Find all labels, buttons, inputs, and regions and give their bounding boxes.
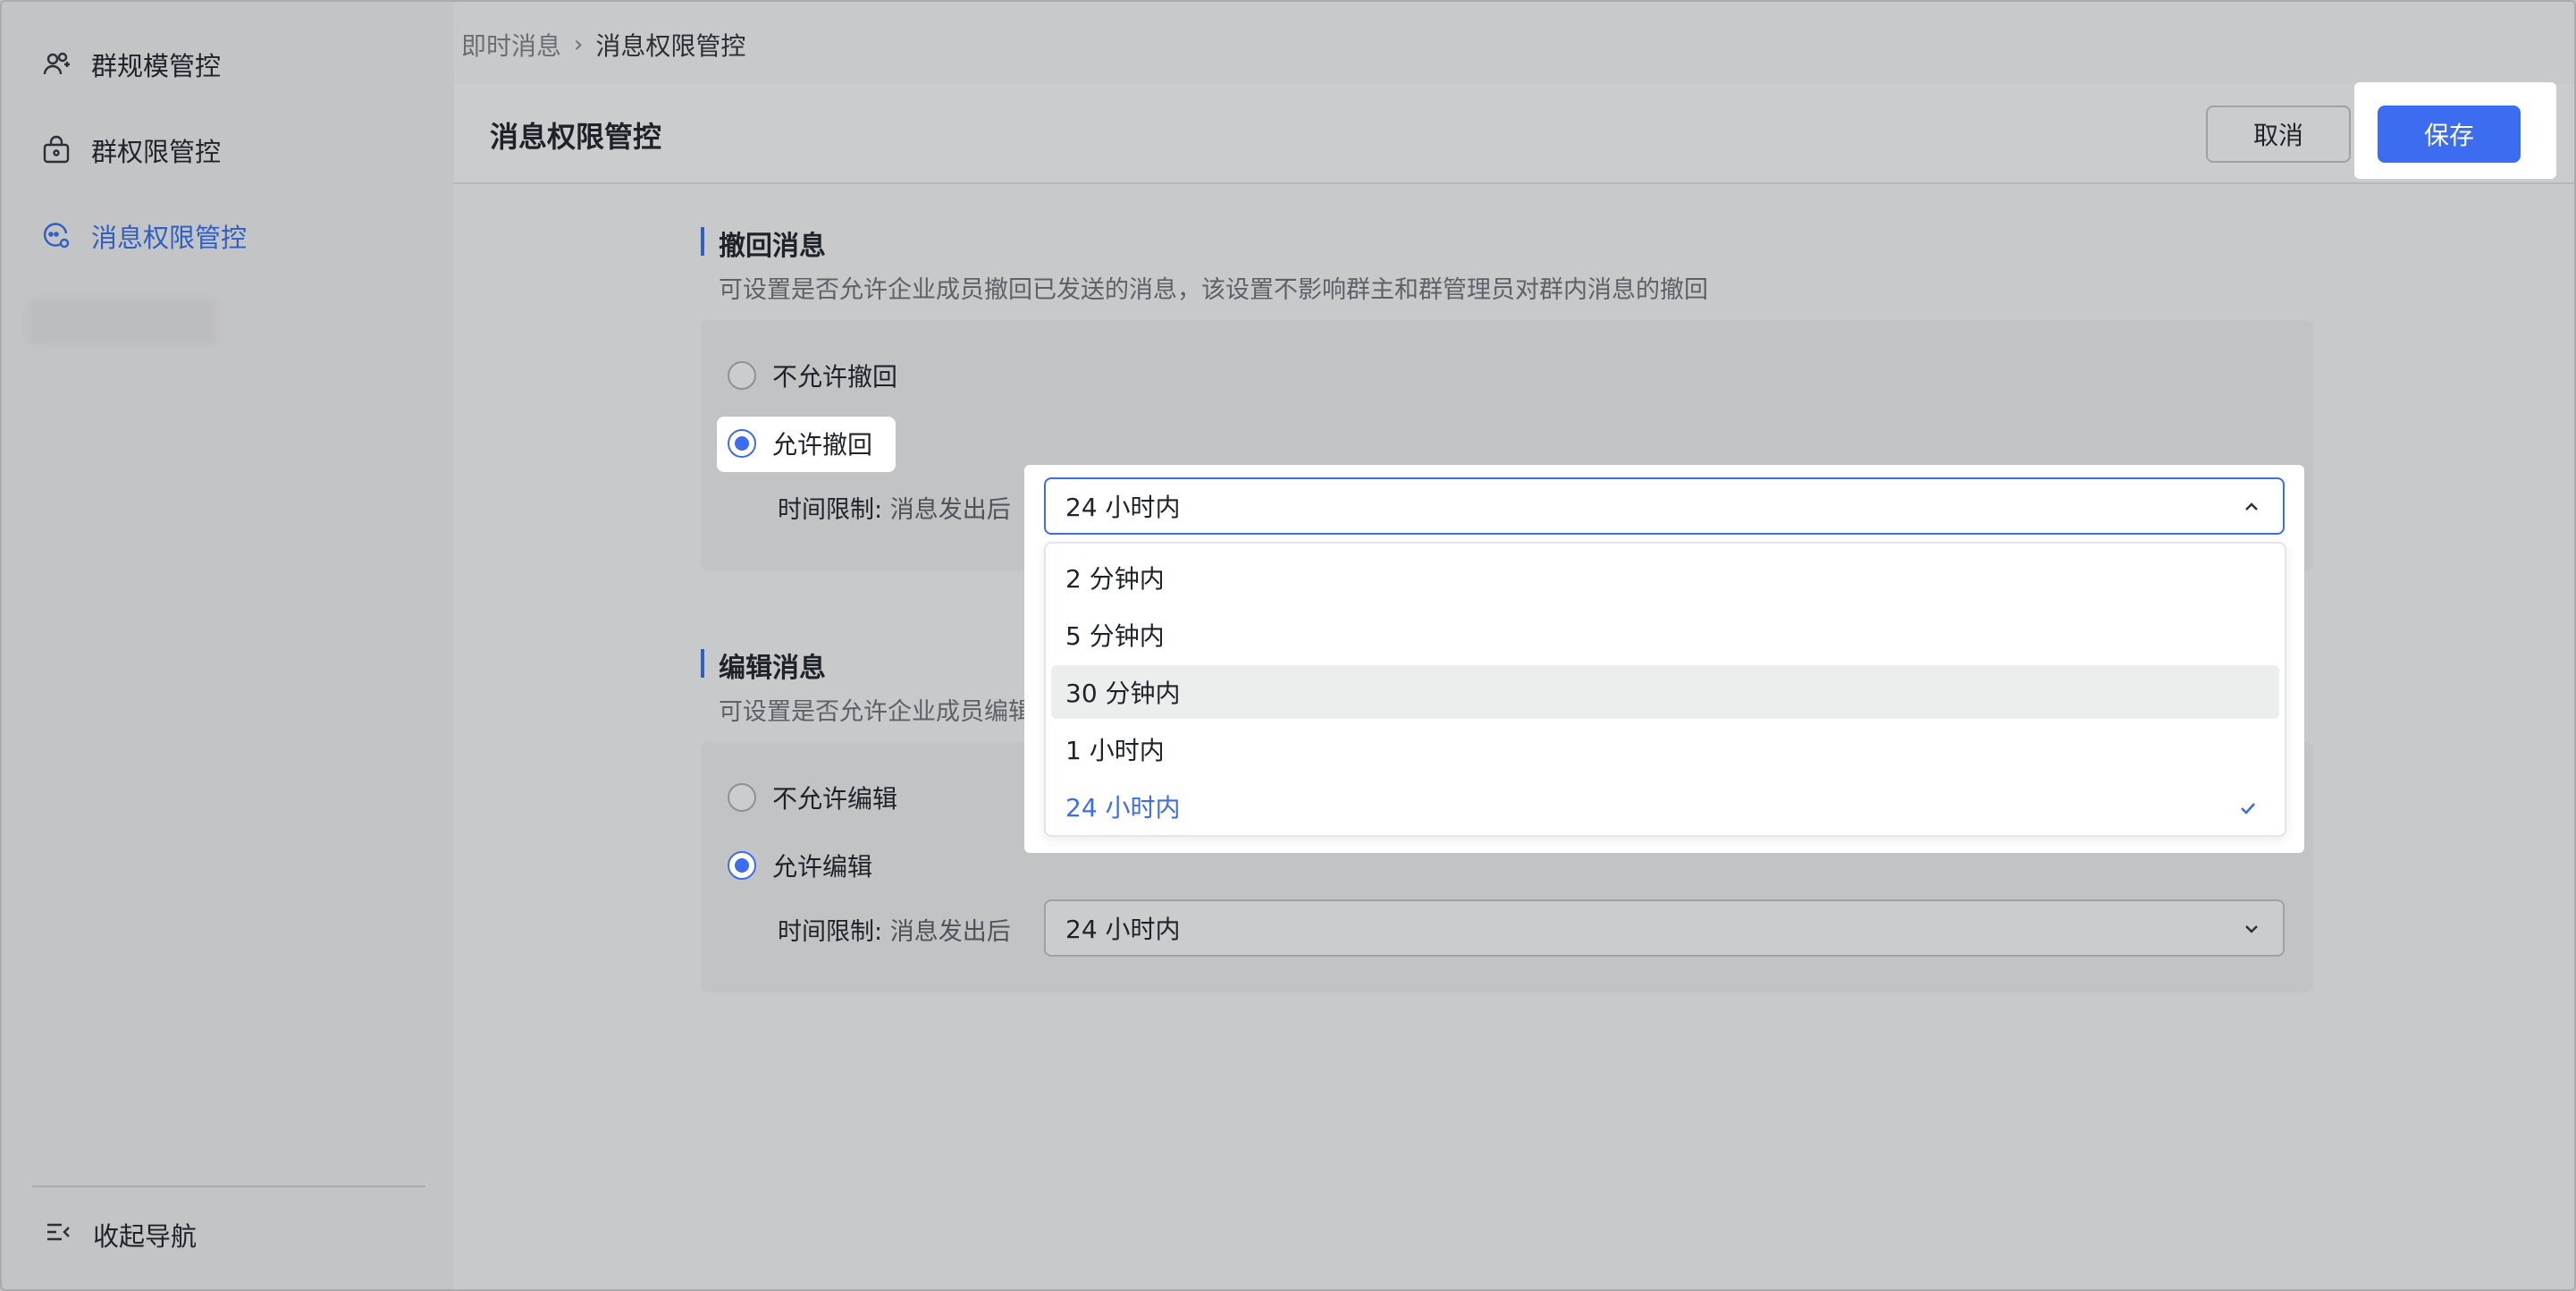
select-value: 24 小时内 xyxy=(1065,915,1181,944)
edit-option-allow[interactable]: 允许编辑 xyxy=(728,848,872,883)
sidebar-item-group-permission[interactable]: 群权限管控 xyxy=(41,125,221,175)
radio-label: 允许编辑 xyxy=(772,852,873,882)
recall-section-desc: 可设置是否允许企业成员撤回已发送的消息，该设置不影响群主和群管理员对群内消息的撤… xyxy=(719,276,1708,304)
sidebar-item-group-scale[interactable]: 群规模管控 xyxy=(41,39,221,89)
radio-button[interactable] xyxy=(728,851,756,880)
chevron-down-icon xyxy=(2240,917,2263,941)
radio-button[interactable] xyxy=(728,429,756,458)
breadcrumb: 即时消息 › 消息权限管控 xyxy=(461,27,745,63)
sidebar-item-blurred xyxy=(29,299,216,345)
collapse-nav-label: 收起导航 xyxy=(93,1221,198,1252)
radio-button[interactable] xyxy=(728,783,756,812)
time-limit-sub: 消息发出后 xyxy=(889,918,1011,946)
save-button[interactable]: 保存 xyxy=(2378,105,2521,163)
recall-option-deny[interactable]: 不允许撤回 xyxy=(728,358,897,393)
radio-button[interactable] xyxy=(728,361,756,390)
dropdown-option[interactable]: 1 小时内 xyxy=(1051,722,2279,776)
page-title: 消息权限管控 xyxy=(490,120,662,154)
chevron-right-icon: › xyxy=(574,31,584,58)
radio-label: 不允许撤回 xyxy=(772,362,898,392)
recall-time-limit-label: 时间限制: 消息发出后 xyxy=(778,490,1011,525)
edit-time-limit-label: 时间限制: 消息发出后 xyxy=(778,912,1011,947)
collapse-nav-button[interactable]: 收起导航 xyxy=(45,1216,197,1253)
sidebar-item-message-permission[interactable]: 消息权限管控 xyxy=(41,211,247,261)
cancel-button[interactable]: 取消 xyxy=(2206,105,2351,163)
radio-label: 不允许编辑 xyxy=(772,784,898,814)
dropdown-option[interactable]: 30 分钟内 xyxy=(1051,665,2279,719)
breadcrumb-parent[interactable]: 即时消息 xyxy=(461,27,561,63)
message-settings-icon xyxy=(41,221,72,251)
dropdown-menu: 2 分钟内 5 分钟内 30 分钟内 1 小时内 24 小时内 xyxy=(1044,542,2286,837)
app-window: 群规模管控 群权限管控 消息权限管控 收起导航 即时消息 › 消息权限管控 消息… xyxy=(0,0,2576,1291)
dropdown-option-label: 24 小时内 xyxy=(1065,793,1181,823)
recall-time-limit-dropdown: 24 小时内 2 分钟内 5 分钟内 30 分钟内 1 小时内 24 小时内 xyxy=(1024,465,2304,853)
dropdown-option-selected[interactable]: 24 小时内 xyxy=(1051,780,2279,833)
sidebar: 群规模管控 群权限管控 消息权限管控 收起导航 xyxy=(2,2,454,1289)
recall-section-title: 撤回消息 xyxy=(701,224,826,263)
dropdown-option[interactable]: 5 分钟内 xyxy=(1051,608,2279,662)
select-value: 24 小时内 xyxy=(1065,493,1181,522)
page-header: 消息权限管控 取消 保存 xyxy=(454,82,2574,184)
time-limit-label: 时间限制: xyxy=(778,496,883,524)
edit-time-limit-select[interactable]: 24 小时内 xyxy=(1044,899,2285,957)
sidebar-item-label: 消息权限管控 xyxy=(91,223,248,253)
sidebar-item-label: 群规模管控 xyxy=(91,51,222,81)
divider xyxy=(32,1186,425,1187)
edit-section-title: 编辑消息 xyxy=(701,646,826,685)
sidebar-item-label: 群权限管控 xyxy=(91,137,222,167)
lock-bag-icon xyxy=(41,135,72,165)
chevron-up-icon xyxy=(2240,495,2263,519)
breadcrumb-current: 消息权限管控 xyxy=(595,31,746,61)
time-limit-sub: 消息发出后 xyxy=(889,496,1011,524)
recall-option-allow[interactable]: 允许撤回 xyxy=(728,426,872,461)
recall-time-limit-select[interactable]: 24 小时内 xyxy=(1044,477,2285,535)
collapse-nav-icon xyxy=(45,1219,72,1252)
edit-option-deny[interactable]: 不允许编辑 xyxy=(728,780,897,815)
time-limit-label: 时间限制: xyxy=(778,918,883,946)
radio-label: 允许撤回 xyxy=(772,430,873,460)
check-icon xyxy=(2236,796,2260,817)
group-scale-icon xyxy=(41,49,72,80)
edit-section-desc: 可设置是否允许企业成员编辑 xyxy=(719,698,1032,726)
dropdown-option[interactable]: 2 分钟内 xyxy=(1051,551,2279,604)
